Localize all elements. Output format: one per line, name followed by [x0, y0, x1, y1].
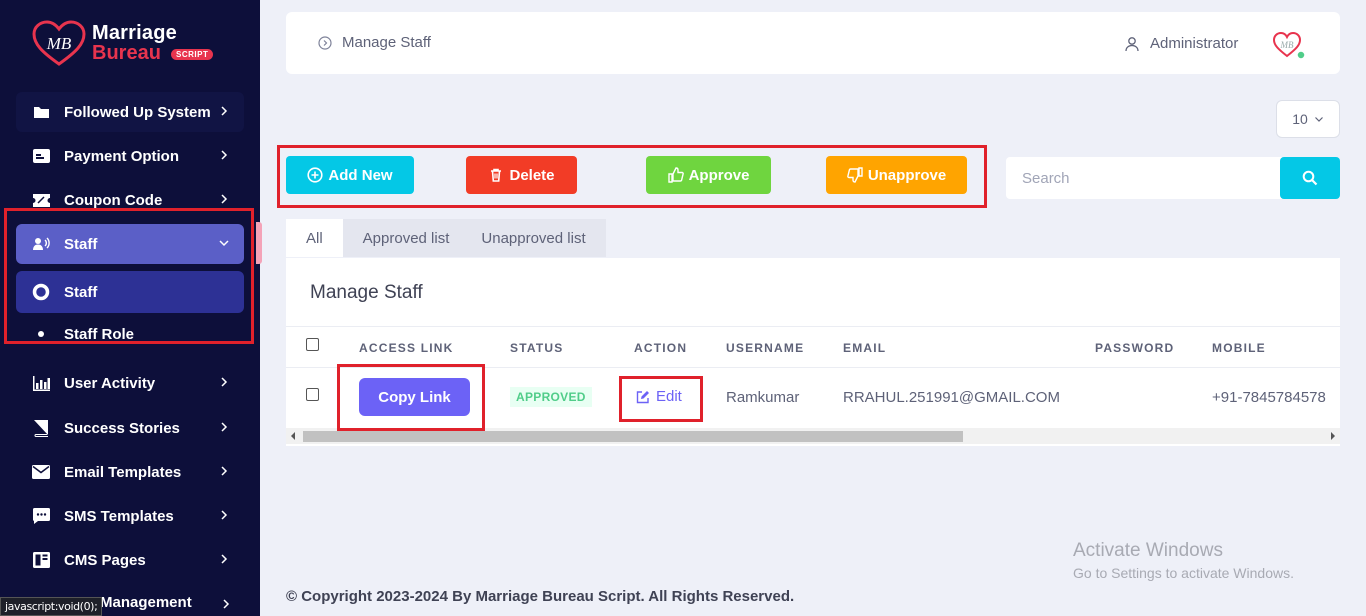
sidebar-item-sms-templates[interactable]: SMS Templates	[16, 496, 244, 536]
sidebar-item-label: Payment Option	[64, 147, 180, 165]
chevron-right-icon	[221, 422, 228, 432]
highlight-box	[4, 208, 254, 344]
chevron-right-icon	[221, 377, 228, 387]
column-header: ACTION	[634, 341, 688, 355]
sidebar-item-management[interactable]: Management	[100, 594, 192, 611]
sidebar-item-label: SMS Templates	[64, 507, 174, 525]
chevron-right-icon	[221, 150, 228, 160]
svg-text:MB: MB	[1280, 40, 1294, 50]
column-header: PASSWORD	[1095, 341, 1175, 355]
sidebar-toggle-handle[interactable]	[256, 222, 262, 264]
highlight-box	[337, 364, 485, 431]
column-header: MOBILE	[1212, 341, 1266, 355]
table-header: ACCESS LINK STATUS ACTION USERNAME EMAIL…	[286, 326, 1340, 368]
breadcrumb-label: Manage Staff	[342, 34, 431, 51]
arrow-circle-right-icon	[318, 35, 332, 50]
chevron-right-icon	[221, 554, 228, 564]
row-checkbox[interactable]	[306, 388, 319, 401]
user-name: Administrator	[1150, 35, 1239, 52]
search-button[interactable]	[1280, 157, 1340, 199]
highlight-box	[619, 376, 703, 422]
sidebar-item-label: Email Templates	[64, 463, 182, 481]
column-header: ACCESS LINK	[359, 341, 454, 355]
chevron-right-icon	[221, 510, 228, 520]
page-size-select[interactable]: 10	[1276, 100, 1340, 138]
sidebar-item-payment-option[interactable]: Payment Option	[16, 136, 244, 176]
book-icon	[32, 419, 50, 437]
user-icon	[1125, 36, 1139, 51]
sidebar-item-label: User Activity	[64, 374, 156, 392]
status-badge: APPROVED	[510, 387, 592, 407]
scroll-left-arrow-icon[interactable]	[291, 432, 295, 440]
cell-username: Ramkumar	[726, 389, 800, 406]
column-header: STATUS	[510, 341, 564, 355]
sidebar-item-label: Success Stories	[64, 419, 180, 437]
folder-open-icon	[32, 103, 50, 121]
ticket-icon	[32, 191, 50, 209]
heart-logo-icon: MB	[32, 20, 86, 66]
chevron-right-icon	[221, 194, 228, 204]
tab-all[interactable]: All	[286, 219, 343, 257]
sidebar-item-success-stories[interactable]: Success Stories	[16, 408, 244, 448]
sidebar-item-cms-pages[interactable]: CMS Pages	[16, 540, 244, 580]
chevron-right-icon	[223, 599, 230, 609]
activate-windows-subtitle: Go to Settings to activate Windows.	[1073, 565, 1294, 581]
sidebar-item-label: Followed Up System	[64, 103, 211, 121]
envelope-icon	[32, 463, 50, 481]
bar-chart-icon	[32, 374, 50, 392]
highlight-box	[277, 145, 987, 208]
status-bar-url: javascript:void(0);	[0, 597, 103, 616]
sidebar-item-followed-up-system[interactable]: Followed Up System	[16, 92, 244, 132]
avatar[interactable]: MB	[1272, 30, 1306, 60]
search-input[interactable]	[1006, 157, 1282, 199]
chevron-right-icon	[221, 106, 228, 116]
sidebar-item-user-activity[interactable]: User Activity	[16, 363, 244, 403]
scrollbar-thumb[interactable]	[303, 431, 963, 442]
select-all-checkbox[interactable]	[306, 338, 319, 351]
chevron-right-icon	[221, 466, 228, 476]
tab-unapproved-list[interactable]: Unapproved list	[469, 219, 605, 257]
sidebar-item-label: Coupon Code	[64, 191, 163, 209]
activate-windows-title: Activate Windows	[1073, 540, 1223, 561]
top-header: Manage Staff Administrator MB	[286, 12, 1340, 74]
brand-badge: SCRIPT	[171, 49, 214, 60]
column-header: EMAIL	[843, 341, 887, 355]
tab-approved-list[interactable]: Approved list	[343, 219, 470, 257]
chevron-down-icon	[1314, 117, 1323, 122]
scroll-right-arrow-icon[interactable]	[1331, 432, 1335, 440]
id-card-icon	[32, 147, 50, 165]
card-title: Manage Staff	[310, 282, 423, 303]
tab-bar: All Approved list Unapproved list	[286, 219, 606, 257]
footer-copyright: © Copyright 2023-2024 By Marriage Bureau…	[286, 588, 795, 605]
sidebar-item-email-templates[interactable]: Email Templates	[16, 452, 244, 492]
cell-email: RRAHUL.251991@GMAIL.COM	[843, 389, 1060, 406]
layout-icon	[32, 551, 50, 569]
sidebar-item-label: CMS Pages	[64, 551, 146, 569]
user-menu[interactable]: Administrator	[1124, 35, 1238, 52]
breadcrumb[interactable]: Manage Staff	[318, 34, 431, 51]
sidebar: MB Marriage Bureau SCRIPT Followed Up Sy…	[0, 0, 260, 616]
search-icon	[1302, 170, 1318, 186]
column-header: USERNAME	[726, 341, 805, 355]
page-size-value: 10	[1292, 111, 1308, 127]
chat-bubble-icon	[32, 507, 50, 525]
brand-line2: Bureau	[92, 42, 161, 64]
svg-text:MB: MB	[46, 34, 72, 53]
brand-logo[interactable]: MB Marriage Bureau SCRIPT	[30, 18, 230, 68]
cell-mobile: +91-7845784578	[1212, 389, 1326, 406]
